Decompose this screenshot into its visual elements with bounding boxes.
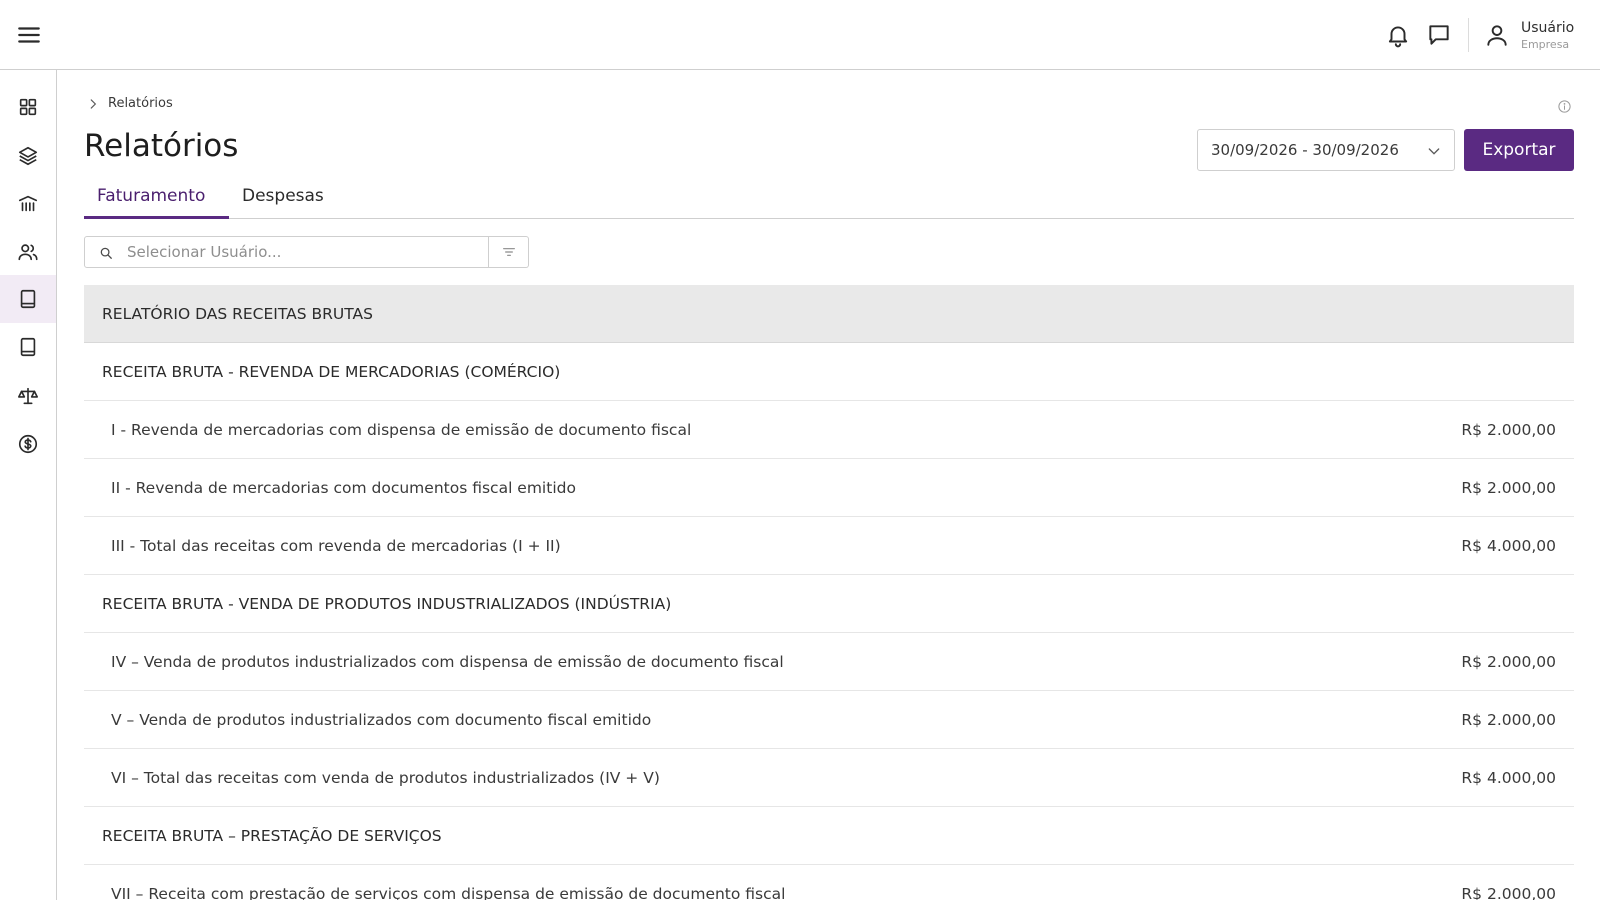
- section-row: RECEITA BRUTA - REVENDA DE MERCADORIAS (…: [84, 343, 1574, 401]
- row-label: IV – Venda de produtos industrializados …: [111, 652, 784, 671]
- scale-icon: [18, 387, 38, 405]
- tab-faturamento[interactable]: Faturamento: [97, 186, 205, 219]
- bell-icon[interactable]: [1385, 22, 1411, 48]
- table-row: VI – Total das receitas com venda de pro…: [84, 749, 1574, 807]
- sidebar-item-finance[interactable]: [0, 420, 56, 468]
- dollar-icon: [18, 434, 38, 454]
- users-icon: [18, 244, 38, 261]
- report-title: RELATÓRIO DAS RECEITAS BRUTAS: [102, 304, 373, 323]
- dashboard-icon: [19, 98, 37, 116]
- user-name[interactable]: Usuário: [1521, 20, 1574, 36]
- table-row: II - Revenda de mercadorias com document…: [84, 459, 1574, 517]
- sidebar-item-bank[interactable]: [0, 180, 56, 228]
- top-bar: Usuário Empresa: [0, 0, 1600, 70]
- filter-button[interactable]: [489, 236, 529, 268]
- user-search: [84, 236, 489, 268]
- row-value: R$ 2.000,00: [1461, 420, 1556, 439]
- sidebar-item-reports[interactable]: [0, 275, 56, 323]
- report-table: RELATÓRIO DAS RECEITAS BRUTAS RECEITA BR…: [84, 285, 1574, 900]
- search-icon: [100, 247, 112, 259]
- tab-despesas[interactable]: Despesas: [242, 186, 324, 219]
- table-row: I - Revenda de mercadorias com dispensa …: [84, 401, 1574, 459]
- row-value: R$ 2.000,00: [1461, 478, 1556, 497]
- sidebar-item-dashboard[interactable]: [0, 83, 56, 131]
- active-tab-indicator: [84, 216, 229, 219]
- breadcrumb: Relatórios: [86, 96, 173, 111]
- row-value: R$ 4.000,00: [1461, 768, 1556, 787]
- row-label: I - Revenda de mercadorias com dispensa …: [111, 420, 692, 439]
- row-label: V – Venda de produtos industrializados c…: [111, 710, 652, 729]
- row-label: III - Total das receitas com revenda de …: [111, 536, 561, 555]
- filter-icon: [502, 248, 515, 256]
- sidebar-item-book[interactable]: [0, 323, 56, 371]
- table-row: III - Total das receitas com revenda de …: [84, 517, 1574, 575]
- sidebar-item-scale[interactable]: [0, 372, 56, 420]
- row-value: R$ 2.000,00: [1461, 710, 1556, 729]
- row-label: RECEITA BRUTA - REVENDA DE MERCADORIAS (…: [102, 362, 561, 381]
- section-row: RECEITA BRUTA - VENDA DE PRODUTOS INDUST…: [84, 575, 1574, 633]
- row-value: R$ 2.000,00: [1461, 652, 1556, 671]
- row-label: II - Revenda de mercadorias com document…: [111, 478, 576, 497]
- row-label: RECEITA BRUTA – PRESTAÇÃO DE SERVIÇOS: [102, 826, 442, 845]
- search-input[interactable]: [127, 241, 477, 263]
- row-label: VI – Total das receitas com venda de pro…: [111, 768, 660, 787]
- top-divider: [1468, 18, 1469, 52]
- chat-icon[interactable]: [1426, 22, 1452, 48]
- chevron-right-icon: [90, 98, 97, 109]
- page-title: Relatórios: [84, 128, 239, 164]
- table-row: V – Venda de produtos industrializados c…: [84, 691, 1574, 749]
- date-range-picker[interactable]: 30/09/2026 - 30/09/2026: [1197, 129, 1455, 171]
- row-label: VII – Receita com prestação de serviços …: [111, 884, 786, 900]
- row-label: RECEITA BRUTA - VENDA DE PRODUTOS INDUST…: [102, 594, 672, 613]
- export-button[interactable]: Exportar: [1464, 129, 1574, 171]
- sidebar: [0, 70, 57, 900]
- menu-icon[interactable]: [16, 22, 42, 48]
- sidebar-item-users[interactable]: [0, 228, 56, 276]
- sidebar-item-layers[interactable]: [0, 132, 56, 180]
- bank-icon: [18, 195, 38, 212]
- user-icon[interactable]: [1484, 22, 1510, 48]
- book-icon: [20, 289, 36, 309]
- book-alt-icon: [20, 337, 36, 357]
- breadcrumb-current[interactable]: Relatórios: [108, 96, 173, 111]
- table-row: VII – Receita com prestação de serviços …: [84, 865, 1574, 900]
- row-value: R$ 2.000,00: [1461, 884, 1556, 900]
- row-value: R$ 4.000,00: [1461, 536, 1556, 555]
- report-header: RELATÓRIO DAS RECEITAS BRUTAS: [84, 285, 1574, 343]
- tabs: Faturamento Despesas: [84, 182, 1574, 219]
- chevron-down-icon: [1428, 148, 1440, 155]
- layers-icon: [18, 146, 38, 166]
- date-range-value: 30/09/2026 - 30/09/2026: [1211, 141, 1399, 159]
- table-row: IV – Venda de produtos industrializados …: [84, 633, 1574, 691]
- section-row: RECEITA BRUTA – PRESTAÇÃO DE SERVIÇOS: [84, 807, 1574, 865]
- info-icon[interactable]: [1557, 99, 1572, 114]
- user-company: Empresa: [1521, 38, 1570, 51]
